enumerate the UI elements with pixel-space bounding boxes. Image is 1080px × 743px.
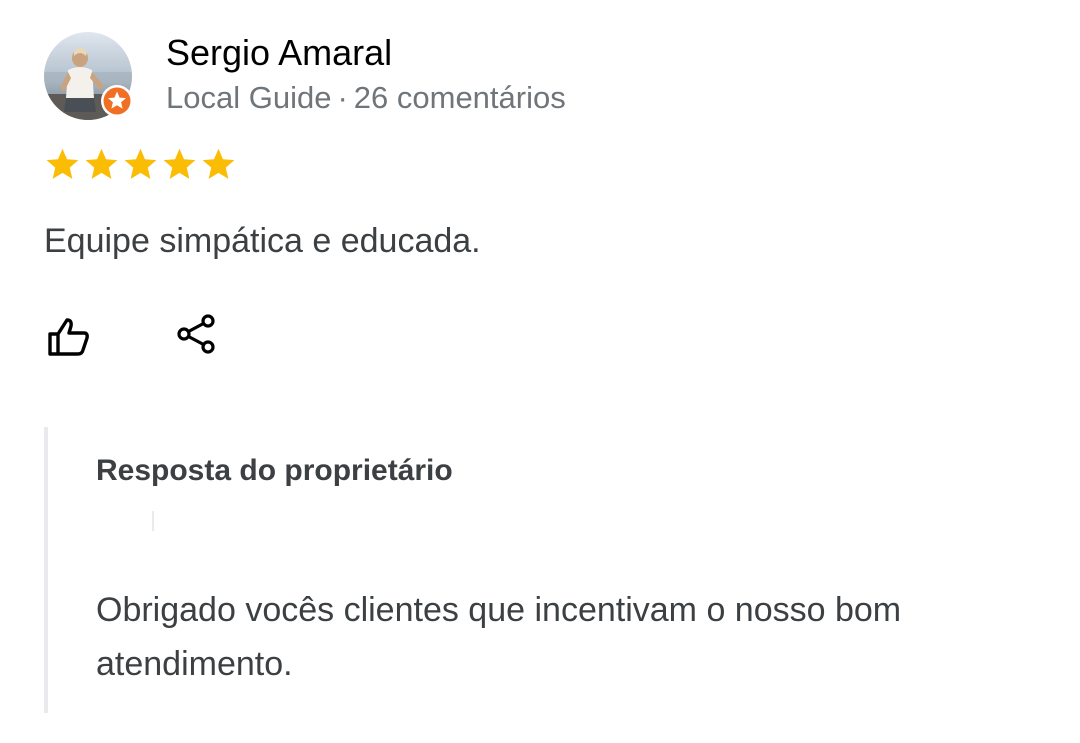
review-card: Sergio Amaral Local Guide · 26 comentários…	[0, 0, 1080, 743]
review-text: Equipe simpática e educada.	[44, 222, 481, 260]
thumbs-up-icon	[48, 318, 89, 356]
star-icon	[202, 148, 235, 179]
local-guide-star-icon	[101, 85, 133, 117]
star-icon	[46, 148, 79, 179]
meta-separator: ·	[337, 80, 348, 115]
author-meta: Local Guide · 26 comentários	[166, 78, 566, 118]
star-icon	[163, 148, 196, 179]
owner-response-text: Obrigado vocês clientes que incentivam o…	[96, 591, 902, 683]
star-icon	[85, 148, 118, 179]
local-guide-label: Local Guide	[166, 80, 332, 115]
star-rating	[44, 146, 237, 186]
star-icon	[124, 148, 157, 179]
avatar[interactable]	[44, 32, 133, 120]
text-cursor	[152, 511, 154, 531]
share-icon	[177, 314, 215, 354]
owner-response: Resposta do proprietário Obrigado vocês …	[44, 427, 1048, 713]
share-button[interactable]	[170, 308, 222, 360]
review-count: 26 comentários	[353, 80, 566, 115]
owner-response-title: Resposta do proprietário	[96, 454, 453, 487]
author-name[interactable]: Sergio Amaral	[166, 30, 392, 76]
like-button[interactable]	[42, 310, 94, 362]
